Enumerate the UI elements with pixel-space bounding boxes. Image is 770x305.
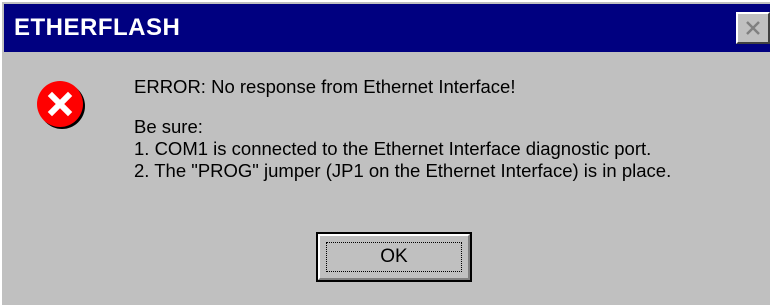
dialog-border-top [0,0,770,2]
ok-button-label: OK [326,242,462,272]
error-headline: ERROR: No response from Ethernet Interfa… [134,76,516,97]
title-bar[interactable]: ETHERFLASH [4,4,770,52]
message-text: ERROR: No response from Ethernet Interfa… [134,76,671,182]
window-title: ETHERFLASH [14,14,181,41]
instruction-item: 2. The "PROG" jumper (JP1 on the Etherne… [134,160,672,181]
dialog-border-left [0,0,2,305]
ok-button[interactable]: OK [316,232,472,282]
error-dialog: ETHERFLASH ERROR: No response from Ether… [0,0,770,305]
instructions-intro: Be sure: [134,116,203,137]
close-button[interactable] [736,12,770,44]
error-icon [37,81,85,129]
instruction-item: 1. COM1 is connected to the Ethernet Int… [134,138,652,159]
close-icon [746,21,760,35]
